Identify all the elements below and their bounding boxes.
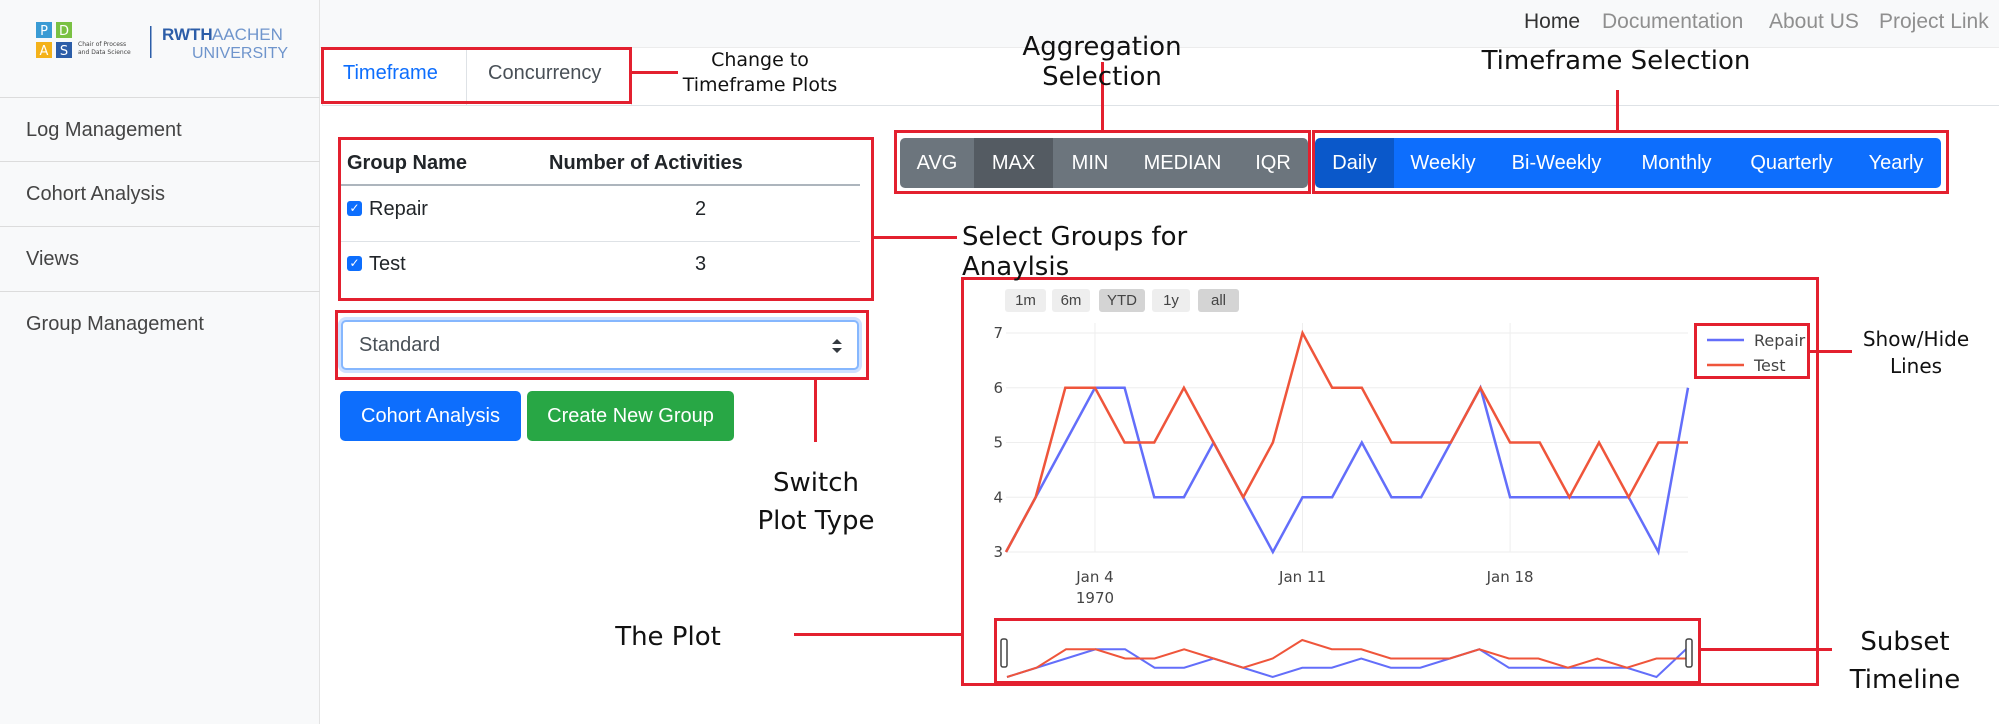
annotation-select-groups: Select Groups for Anaylsis: [962, 222, 1188, 282]
connector-subset: [1701, 648, 1832, 651]
annotation-change-timeframe: Change to Timeframe Plots: [682, 49, 838, 96]
annotation-timeframe-selection: Timeframe Selection: [1481, 46, 1751, 76]
annotation-aggregation-selection: Aggregation Selection: [1022, 32, 1182, 92]
annotation-the-plot: The Plot: [615, 622, 721, 652]
annotation-box-legend: [1694, 323, 1810, 379]
connector-legend: [1810, 350, 1852, 353]
annotation-box-groups: [338, 137, 874, 301]
connector-groups: [874, 236, 957, 239]
annotation-show-hide-lines: Show/Hide Lines: [1862, 327, 1970, 378]
annotation-box-tabs: [321, 47, 632, 104]
connector-select: [814, 380, 817, 442]
annotation-box-subset: [994, 618, 1701, 684]
annotation-box-aggregation: [894, 130, 1311, 194]
annotation-subset-timeline: Subset Timeline: [1849, 627, 1961, 695]
annotation-box-select: [335, 310, 869, 380]
connector-plot: [794, 633, 961, 636]
annotation-box-timeframe: [1312, 130, 1949, 194]
annotation-switch-plot-type: Switch Plot Type: [757, 468, 875, 536]
connector-timeframe: [1616, 90, 1619, 130]
